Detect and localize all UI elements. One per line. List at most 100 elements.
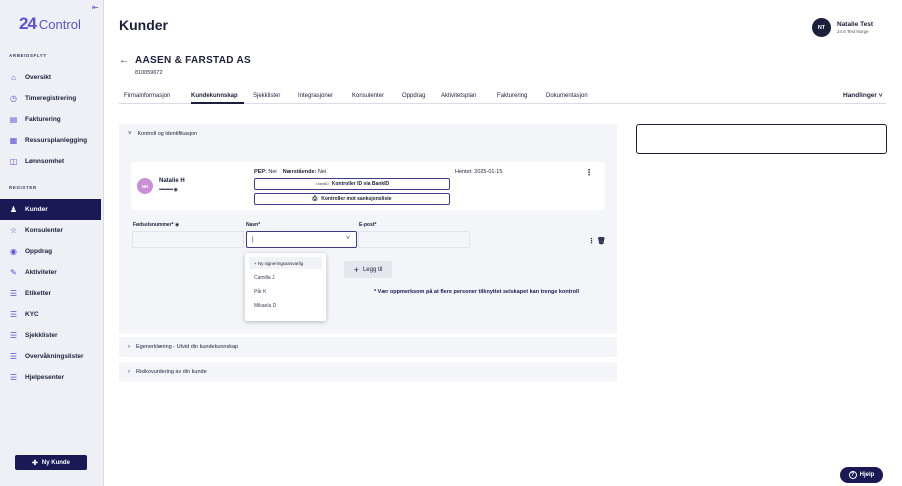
new-signatory-option[interactable]: + Ny signeringsansvarlig bbox=[249, 257, 322, 269]
more-options-icon[interactable]: ⋮ bbox=[585, 168, 593, 177]
user-name: Natalie Test bbox=[837, 21, 874, 28]
eye-icon[interactable]: ◉ bbox=[175, 222, 179, 228]
sidebar-item-label: Kunder bbox=[25, 206, 48, 213]
email-field[interactable] bbox=[358, 231, 470, 248]
chevron-right-icon: › bbox=[128, 344, 130, 350]
sidebar-item-timeregistrering[interactable]: ◷ Timeregistrering bbox=[0, 88, 101, 109]
bankid-check-button[interactable]: ⚬bankID Kontroller ID via BankID bbox=[254, 178, 450, 190]
new-customer-label: Ny Kunde bbox=[41, 459, 70, 466]
sidebar-item-label: Oppdrag bbox=[25, 248, 53, 255]
tab-integrasjoner[interactable]: Integrasjoner bbox=[298, 93, 333, 99]
sidebar-item-kunder[interactable]: ♟ Kunder bbox=[0, 199, 101, 220]
star-icon: ☆ bbox=[9, 226, 18, 235]
user-menu[interactable]: NT Natalie Test 24.6 Test Norge bbox=[812, 18, 873, 37]
sidebar-item-sjekklister[interactable]: ☰ Sjekklister bbox=[0, 325, 101, 346]
accordion-title: Egenerklæring - Utvid din kundekunnskap bbox=[136, 344, 239, 350]
accordion-header-control[interactable]: ˅ Kontroll og identifikasjon bbox=[128, 131, 197, 137]
add-button-label: Legg til bbox=[362, 266, 383, 273]
pep-status: PEP: Nei Nærstående: Nei bbox=[254, 169, 326, 175]
collapse-sidebar-icon[interactable]: ⇤ bbox=[92, 3, 99, 12]
new-customer-button[interactable]: ✚ Ny Kunde bbox=[15, 455, 87, 470]
list-icon: ☰ bbox=[9, 352, 18, 361]
accordion-title: Kontroll og identifikasjon bbox=[137, 131, 198, 137]
page-title: Kunder bbox=[119, 17, 168, 33]
customer-name: AASEN & FARSTAD AS bbox=[135, 55, 251, 66]
sidebar-item-label: Etiketter bbox=[25, 290, 52, 297]
help-button[interactable]: ? Hjelp bbox=[840, 467, 883, 483]
accordion-header-risk[interactable]: › Risikovurdering av din kunde bbox=[128, 369, 207, 375]
sidebar-item-oversikt[interactable]: ⌂ Oversikt bbox=[0, 67, 101, 88]
sidebar-item-etiketter[interactable]: ☰ Etiketter bbox=[0, 283, 101, 304]
sidebar-item-label: KYC bbox=[25, 311, 39, 318]
name-label: Navn* bbox=[246, 222, 261, 228]
accordion-title: Risikovurdering av din kunde bbox=[136, 369, 207, 375]
back-arrow-icon[interactable]: ← bbox=[119, 55, 129, 66]
section-label-workflow: ARBEIDSFLYT bbox=[9, 53, 47, 58]
sidebar-item-label: Overvåkningslister bbox=[25, 353, 84, 360]
tab-firmainformasjon[interactable]: Firmainformasjon bbox=[124, 93, 170, 99]
sanction-button-label: Kontroller mot sanksjonsliste bbox=[321, 196, 392, 202]
pep-value: Nei bbox=[268, 169, 277, 175]
tab-dokumentasjon[interactable]: Dokumentasjon bbox=[546, 93, 588, 99]
clock-icon: ◷ bbox=[10, 94, 17, 103]
sidebar-item-fakturering[interactable]: ▤ Fakturering bbox=[0, 109, 101, 130]
ssn-input[interactable] bbox=[132, 231, 244, 248]
sidebar-item-label: Aktiviteter bbox=[25, 269, 57, 276]
trash-icon[interactable]: 🗑 bbox=[597, 238, 606, 245]
sidebar-item-label: Fakturering bbox=[25, 116, 61, 123]
fetched-date: Hentet: 2025-01-15 bbox=[455, 169, 503, 175]
chart-icon: ◫ bbox=[9, 157, 18, 166]
name-dropdown-menu: + Ny signeringsansvarlig Camilla J Pår K… bbox=[245, 253, 326, 321]
list-icon: ☰ bbox=[9, 331, 18, 340]
pep-label: PEP: bbox=[254, 169, 267, 175]
sidebar-item-label: Timeregistrering bbox=[25, 95, 77, 102]
chevron-down-icon: ˅ bbox=[128, 131, 132, 137]
sidebar-item-oppdrag[interactable]: ◉ Oppdrag bbox=[0, 241, 101, 262]
person-card: NH Natalie H ••••••••••• ◉ PEP: Nei Nærs… bbox=[131, 162, 605, 210]
sidebar-item-konsulenter[interactable]: ☆ Konsulenter bbox=[0, 220, 101, 241]
logo-mark: 24 bbox=[19, 14, 37, 33]
tab-konsulenter[interactable]: Konsulenter bbox=[352, 93, 384, 99]
sidebar-item-label: Hjelpesenter bbox=[25, 374, 65, 381]
sidebar-item-ressursplanlegging[interactable]: ▦ Ressursplanlegging bbox=[0, 130, 101, 151]
active-tab-indicator bbox=[191, 102, 244, 104]
add-button[interactable]: + Legg til bbox=[344, 261, 392, 278]
more-options-icon[interactable]: ⋮ bbox=[588, 238, 595, 245]
sidebar-item-hjelpesenter[interactable]: ☰ Hjelpesenter bbox=[0, 367, 101, 388]
tab-oppdrag[interactable]: Oppdrag bbox=[402, 93, 425, 99]
sidebar-item-label: Konsulenter bbox=[25, 227, 63, 234]
section-label-register: REGISTER bbox=[9, 185, 37, 190]
sidebar-item-overvakningslister[interactable]: ☰ Overvåkningslister bbox=[0, 346, 101, 367]
dropdown-option[interactable]: Camilla J bbox=[254, 275, 275, 281]
app-logo[interactable]: 24 Control bbox=[19, 14, 81, 34]
sanction-check-button[interactable]: ⎙ Kontroller mot sanksjonsliste bbox=[254, 193, 450, 205]
bankid-logo: ⚬bankID bbox=[314, 182, 329, 186]
home-icon: ⌂ bbox=[11, 73, 16, 82]
sidebar-item-aktiviteter[interactable]: ✎ Aktiviteter bbox=[0, 262, 101, 283]
sidebar-item-label: Ressursplanlegging bbox=[25, 137, 88, 144]
list-icon: ☰ bbox=[9, 289, 18, 298]
accordion-header-self-declaration[interactable]: › Egenerklæring - Utvid din kundekunnska… bbox=[128, 344, 238, 350]
tab-aktivitetsplan[interactable]: Aktivitetsplan bbox=[441, 93, 476, 99]
sidebar-item-label: Oversikt bbox=[25, 74, 52, 81]
sidebar-item-lonnsomhet[interactable]: ◫ Lønnsomhet bbox=[0, 151, 101, 172]
tab-fakturering[interactable]: Fakturering bbox=[497, 93, 527, 99]
related-value: Nei bbox=[317, 169, 327, 175]
side-panel-box bbox=[636, 124, 887, 154]
user-org: 24.6 Test Norge bbox=[837, 29, 869, 34]
bankid-button-label: Kontroller ID via BankID bbox=[331, 181, 390, 187]
tab-bar: Firmainformasjon Kundekunnskap Sjekklist… bbox=[119, 90, 886, 104]
actions-dropdown[interactable]: Handlinger ˅ bbox=[843, 92, 883, 99]
list-icon: ☰ bbox=[9, 373, 18, 382]
check-circle-icon: ◉ bbox=[10, 247, 17, 256]
warning-text: * Vær oppmerksom på at flere personer ti… bbox=[374, 289, 580, 295]
tab-kundekunnskap[interactable]: Kundekunnskap bbox=[191, 93, 238, 99]
section-control-identification bbox=[119, 124, 617, 334]
dropdown-option[interactable]: Mikaela D bbox=[254, 303, 276, 309]
dropdown-option[interactable]: Pår K bbox=[254, 289, 267, 295]
name-value: | bbox=[252, 236, 254, 243]
eye-off-icon[interactable]: ◉ bbox=[174, 187, 178, 193]
sidebar-item-kyc[interactable]: ☰ KYC bbox=[0, 304, 101, 325]
tab-sjekklister[interactable]: Sjekklister bbox=[253, 93, 280, 99]
name-select[interactable]: | ˅ bbox=[246, 231, 357, 248]
